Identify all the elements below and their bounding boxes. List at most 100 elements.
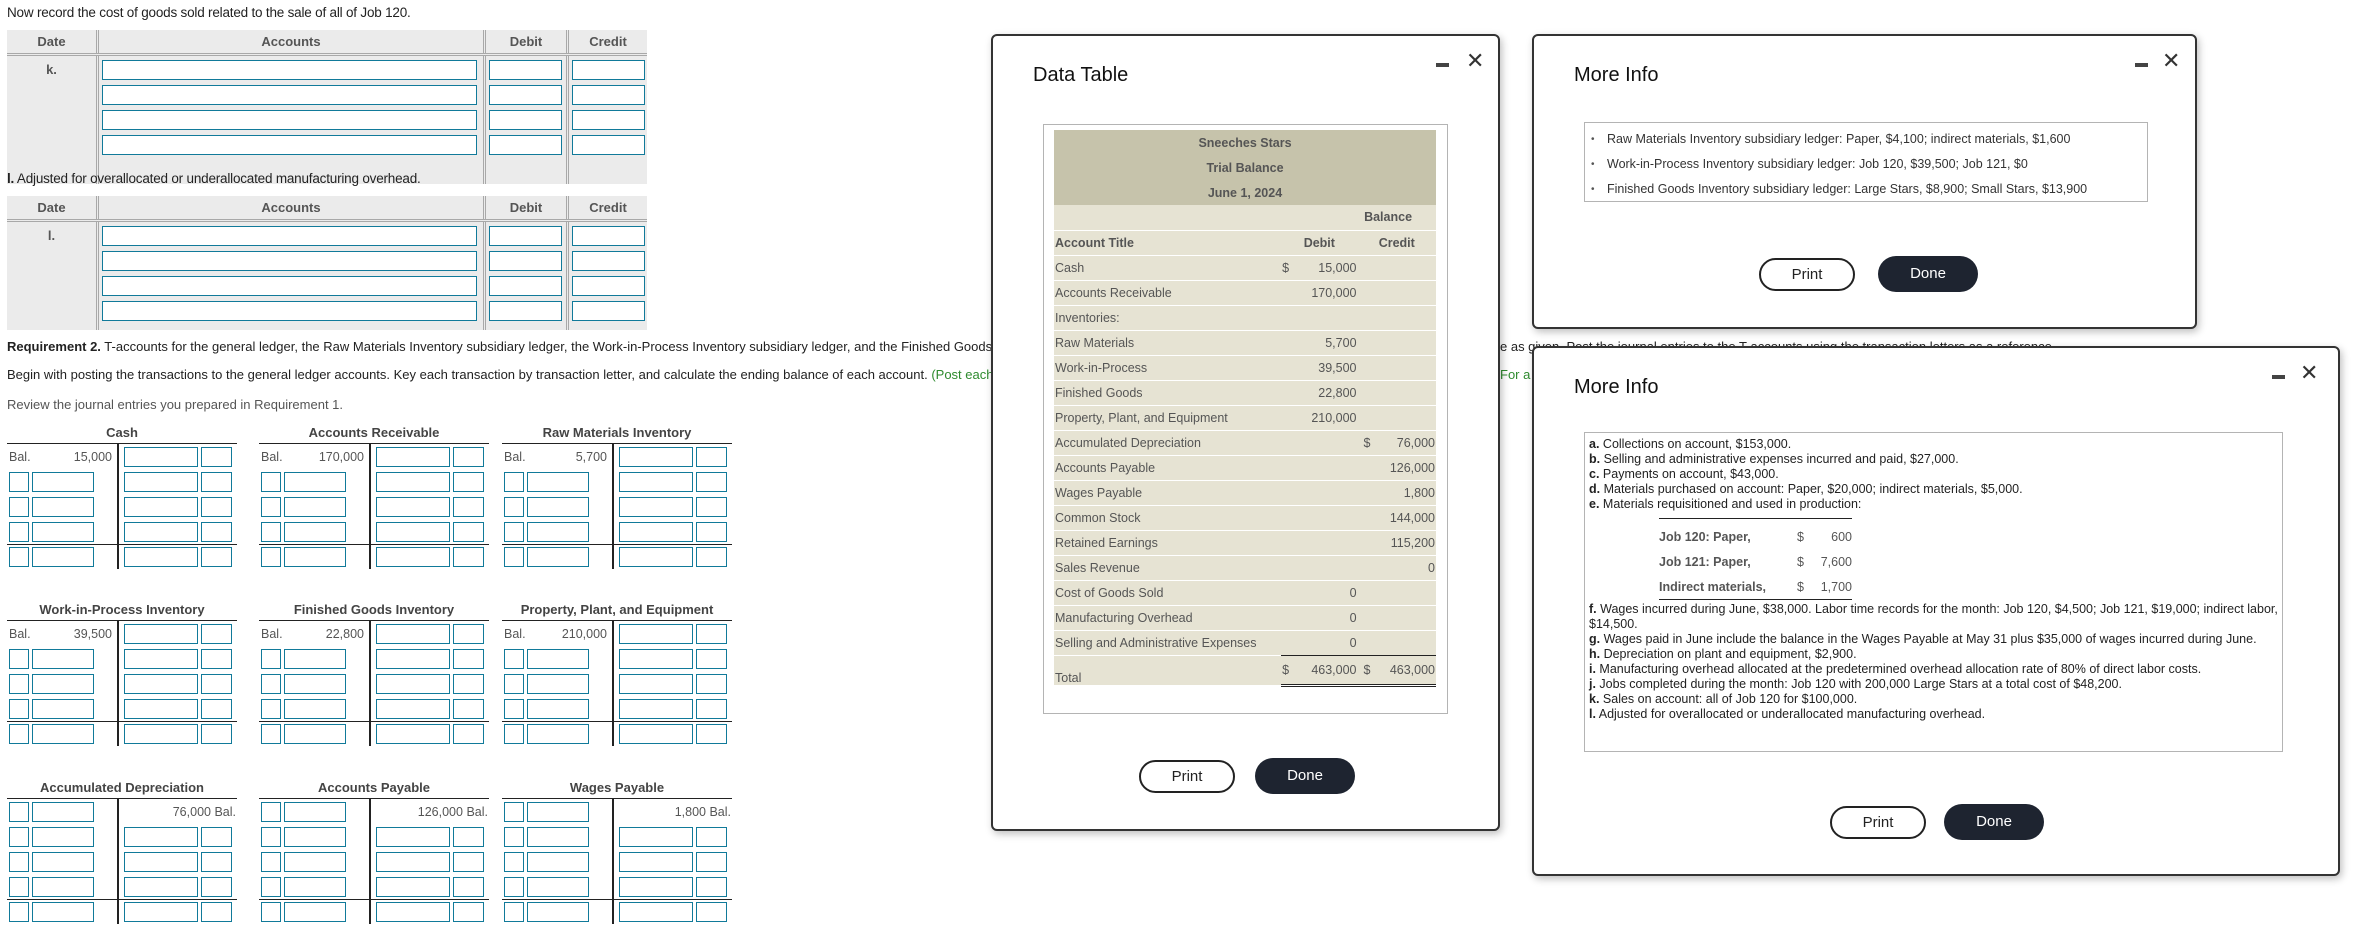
debit-input[interactable] <box>489 301 562 321</box>
credit-ref-input[interactable] <box>696 623 727 644</box>
debit-amount-input[interactable] <box>284 851 346 872</box>
ending-balance-input[interactable] <box>32 547 94 567</box>
credit-ref-input[interactable] <box>453 521 484 542</box>
debit-ref-input[interactable] <box>504 826 524 847</box>
debit-input[interactable] <box>489 110 562 130</box>
ending-credit-ref-input[interactable] <box>453 724 484 744</box>
credit-amount-input[interactable] <box>619 648 693 669</box>
debit-ref-input[interactable] <box>9 851 29 872</box>
ending-ref-input[interactable] <box>261 547 281 567</box>
debit-amount-input[interactable] <box>32 801 94 822</box>
credit-input[interactable] <box>572 251 645 271</box>
close-icon[interactable]: ✕ <box>2300 362 2318 384</box>
ending-credit-ref-input[interactable] <box>696 902 727 922</box>
ending-balance-input[interactable] <box>32 902 94 922</box>
ending-credit-ref-input[interactable] <box>453 902 484 922</box>
debit-ref-input[interactable] <box>504 801 524 822</box>
debit-amount-input[interactable] <box>527 826 589 847</box>
credit-ref-input[interactable] <box>201 648 232 669</box>
credit-input[interactable] <box>572 85 645 105</box>
done-button[interactable]: Done <box>1878 256 1978 292</box>
credit-amount-input[interactable] <box>124 698 198 719</box>
credit-ref-input[interactable] <box>453 851 484 872</box>
debit-amount-input[interactable] <box>284 698 346 719</box>
credit-amount-input[interactable] <box>619 826 693 847</box>
account-input[interactable] <box>102 226 477 246</box>
ending-credit-input[interactable] <box>376 547 450 567</box>
credit-amount-input[interactable] <box>376 446 450 467</box>
credit-ref-input[interactable] <box>696 698 727 719</box>
ending-ref-input[interactable] <box>504 724 524 744</box>
credit-amount-input[interactable] <box>376 471 450 492</box>
ending-ref-input[interactable] <box>9 902 29 922</box>
ending-credit-input[interactable] <box>376 724 450 744</box>
debit-ref-input[interactable] <box>504 673 524 694</box>
debit-ref-input[interactable] <box>261 826 281 847</box>
debit-ref-input[interactable] <box>9 826 29 847</box>
debit-ref-input[interactable] <box>504 471 524 492</box>
credit-amount-input[interactable] <box>124 446 198 467</box>
ending-credit-ref-input[interactable] <box>201 724 232 744</box>
credit-ref-input[interactable] <box>201 851 232 872</box>
debit-amount-input[interactable] <box>284 826 346 847</box>
debit-ref-input[interactable] <box>504 496 524 517</box>
done-button[interactable]: Done <box>1255 758 1355 794</box>
ending-ref-input[interactable] <box>504 902 524 922</box>
ending-balance-input[interactable] <box>527 724 589 744</box>
credit-ref-input[interactable] <box>201 698 232 719</box>
debit-amount-input[interactable] <box>32 826 94 847</box>
account-input[interactable] <box>102 110 477 130</box>
debit-amount-input[interactable] <box>32 521 94 542</box>
credit-amount-input[interactable] <box>619 698 693 719</box>
debit-ref-input[interactable] <box>261 496 281 517</box>
ending-balance-input[interactable] <box>527 902 589 922</box>
credit-ref-input[interactable] <box>453 648 484 669</box>
account-input[interactable] <box>102 85 477 105</box>
debit-ref-input[interactable] <box>261 698 281 719</box>
debit-ref-input[interactable] <box>504 851 524 872</box>
debit-amount-input[interactable] <box>32 698 94 719</box>
debit-amount-input[interactable] <box>32 876 94 897</box>
debit-amount-input[interactable] <box>284 648 346 669</box>
debit-input[interactable] <box>489 85 562 105</box>
credit-ref-input[interactable] <box>453 496 484 517</box>
ending-ref-input[interactable] <box>261 902 281 922</box>
debit-amount-input[interactable] <box>284 521 346 542</box>
credit-ref-input[interactable] <box>696 496 727 517</box>
ending-balance-input[interactable] <box>527 547 589 567</box>
debit-input[interactable] <box>489 60 562 80</box>
credit-amount-input[interactable] <box>619 496 693 517</box>
ending-credit-ref-input[interactable] <box>696 547 727 567</box>
debit-amount-input[interactable] <box>527 521 589 542</box>
debit-amount-input[interactable] <box>32 496 94 517</box>
debit-amount-input[interactable] <box>527 851 589 872</box>
ending-credit-input[interactable] <box>376 902 450 922</box>
ending-ref-input[interactable] <box>261 724 281 744</box>
credit-ref-input[interactable] <box>453 826 484 847</box>
account-input[interactable] <box>102 276 477 296</box>
debit-ref-input[interactable] <box>9 673 29 694</box>
credit-ref-input[interactable] <box>201 876 232 897</box>
debit-ref-input[interactable] <box>261 521 281 542</box>
debit-amount-input[interactable] <box>527 471 589 492</box>
credit-ref-input[interactable] <box>453 673 484 694</box>
credit-amount-input[interactable] <box>376 851 450 872</box>
debit-ref-input[interactable] <box>9 496 29 517</box>
ending-credit-input[interactable] <box>619 547 693 567</box>
debit-ref-input[interactable] <box>9 698 29 719</box>
credit-amount-input[interactable] <box>619 673 693 694</box>
debit-input[interactable] <box>489 135 562 155</box>
ending-balance-input[interactable] <box>32 724 94 744</box>
minimize-icon[interactable] <box>2135 63 2148 67</box>
credit-amount-input[interactable] <box>376 673 450 694</box>
credit-amount-input[interactable] <box>376 496 450 517</box>
ending-ref-input[interactable] <box>9 724 29 744</box>
credit-ref-input[interactable] <box>696 826 727 847</box>
debit-ref-input[interactable] <box>9 521 29 542</box>
close-icon[interactable]: ✕ <box>2162 50 2180 72</box>
credit-amount-input[interactable] <box>376 698 450 719</box>
debit-ref-input[interactable] <box>504 698 524 719</box>
debit-amount-input[interactable] <box>527 648 589 669</box>
debit-ref-input[interactable] <box>9 801 29 822</box>
debit-amount-input[interactable] <box>527 673 589 694</box>
